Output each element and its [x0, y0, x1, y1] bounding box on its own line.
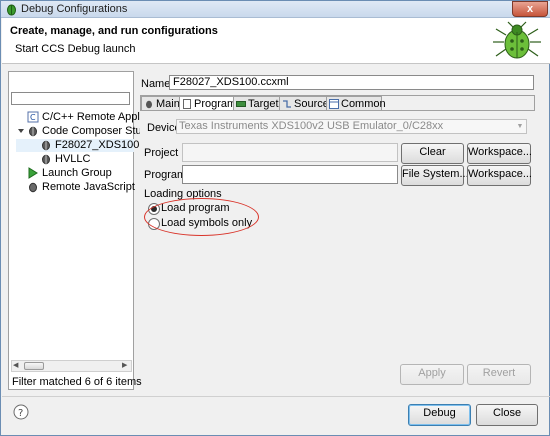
- revert-button[interactable]: Revert: [467, 364, 531, 385]
- svg-text:C: C: [30, 113, 36, 122]
- ccs-bug-icon: [42, 140, 50, 151]
- program-tab-icon: [183, 99, 191, 109]
- tab-label: Main: [156, 98, 180, 110]
- apply-button[interactable]: Apply: [400, 364, 464, 385]
- clear-button[interactable]: Clear: [401, 143, 464, 164]
- tree-item-hvllc[interactable]: HVLLC: [16, 153, 134, 166]
- remote-js-icon: [29, 182, 37, 193]
- close-window-button[interactable]: x: [512, 1, 548, 17]
- program-field[interactable]: [182, 165, 398, 184]
- device-select[interactable]: Texas Instruments XDS100v2 USB Emulator_…: [176, 119, 527, 134]
- debug-bug-icon: [7, 4, 16, 16]
- c-app-icon: C: [27, 111, 39, 123]
- ccs-bug-icon: [29, 126, 37, 137]
- tree-item-label: Remote JavaScript: [42, 181, 135, 193]
- tree-item-label: F28027_XDS100.cc: [55, 139, 154, 151]
- scrollbar-thumb[interactable]: [24, 362, 44, 370]
- device-dropdown-chevron-down-icon[interactable]: ▼: [513, 119, 527, 134]
- tree-item-label: C/C++ Remote Applic: [42, 111, 148, 123]
- tab-target[interactable]: Target: [233, 96, 281, 111]
- tree-item-f28027-xds100[interactable]: F28027_XDS100.cc: [16, 139, 153, 152]
- tab-program[interactable]: Program: [179, 96, 237, 111]
- filter-text-input[interactable]: [11, 92, 130, 105]
- tab-source[interactable]: Source: [279, 96, 329, 111]
- header-title: Create, manage, and run configurations: [10, 25, 218, 37]
- tree-item-code-composer-studio[interactable]: Code Composer Stud: [16, 125, 148, 138]
- dialog-header: Create, manage, and run configurations S…: [2, 18, 550, 64]
- window-title: Debug Configurations: [21, 3, 128, 15]
- scroll-left-icon[interactable]: ◀: [13, 362, 18, 370]
- main-tab-icon: [146, 100, 152, 109]
- debug-button[interactable]: Debug: [408, 404, 471, 426]
- tab-label: Common: [341, 98, 386, 110]
- debug-configurations-window: Debug Configurations x Create, manage, a…: [0, 0, 550, 436]
- source-tab-icon: [283, 100, 291, 108]
- tree-item-c-cpp-remote[interactable]: C C/C++ Remote Applic: [16, 111, 148, 124]
- program-label: Program: [144, 169, 187, 181]
- launch-group-icon: [28, 167, 38, 179]
- close-button[interactable]: Close: [476, 404, 538, 426]
- tab-main[interactable]: Main: [141, 96, 181, 111]
- red-annotation-ellipse: [144, 198, 259, 236]
- workspace-program-button[interactable]: Workspace...: [467, 165, 532, 186]
- configuration-name-input[interactable]: F28027_XDS100.ccxml: [169, 75, 534, 90]
- tree-item-label: Launch Group: [42, 167, 112, 179]
- project-field[interactable]: [182, 143, 398, 162]
- target-tab-icon: [236, 101, 246, 107]
- tab-label: Target: [248, 98, 279, 110]
- file-system-button[interactable]: File System...: [401, 165, 469, 186]
- tab-label: Program: [194, 98, 237, 110]
- workspace-project-button[interactable]: Workspace...: [467, 143, 532, 164]
- scroll-right-icon[interactable]: ▶: [122, 362, 127, 370]
- project-label: Project: [144, 147, 179, 159]
- tree-item-remote-javascript[interactable]: Remote JavaScript: [16, 181, 135, 194]
- tab-label: Source: [294, 98, 329, 110]
- title-bar: Debug Configurations x: [1, 1, 550, 18]
- footer-separator: [2, 396, 550, 397]
- svg-text:?: ?: [18, 408, 23, 419]
- tree-item-label: Code Composer Stud: [42, 125, 148, 137]
- common-tab-icon: [329, 99, 339, 109]
- expand-collapse-icon[interactable]: [16, 111, 26, 123]
- filter-status-text: Filter matched 6 of 6 items: [12, 376, 142, 388]
- tree-item-launch-group[interactable]: Launch Group: [16, 167, 134, 180]
- help-icon[interactable]: ?: [13, 404, 29, 420]
- ccs-bug-icon: [42, 154, 50, 165]
- tab-common[interactable]: Common: [326, 96, 386, 111]
- header-subtitle: Start CCS Debug launch: [15, 43, 136, 55]
- expand-collapse-icon[interactable]: [16, 125, 26, 137]
- horizontal-scrollbar[interactable]: ◀ ▶: [11, 360, 132, 372]
- tree-item-label: HVLLC: [55, 153, 91, 165]
- debug-bug-banner-icon: [493, 21, 541, 59]
